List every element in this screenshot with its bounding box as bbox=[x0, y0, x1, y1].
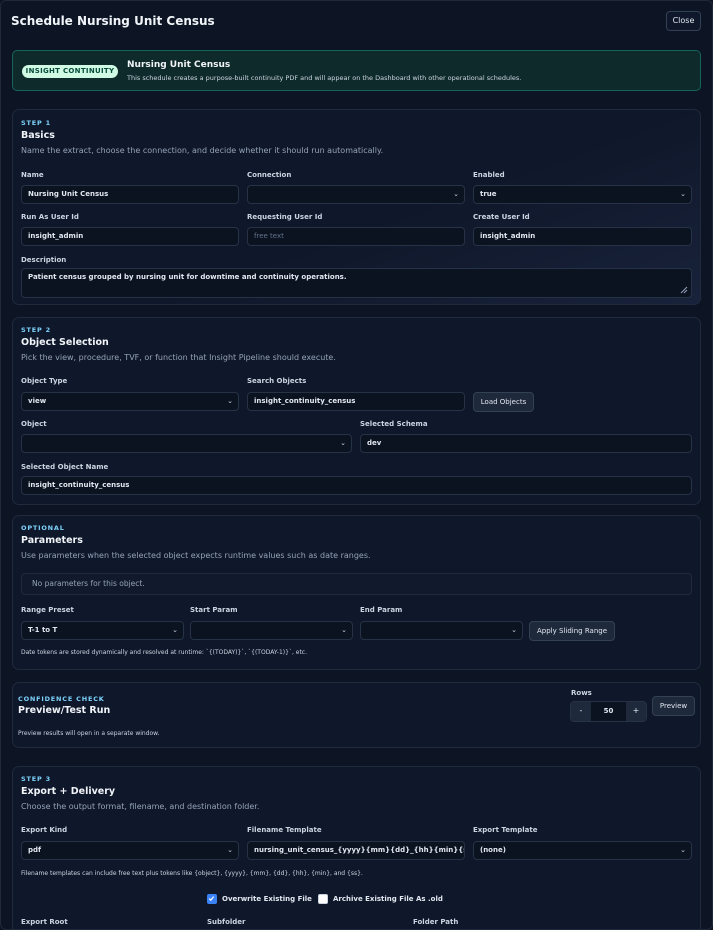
step3-description: Choose the output format, filename, and … bbox=[21, 802, 260, 811]
preview-button[interactable]: Preview bbox=[652, 696, 695, 716]
selected-object-name-input[interactable]: insight_continuity_census bbox=[21, 476, 692, 495]
step1-card: STEP 1 Basics Name the extract, choose t… bbox=[12, 109, 701, 305]
run-as-label: Run As User Id bbox=[21, 213, 79, 221]
selected-object-name-label: Selected Object Name bbox=[21, 463, 109, 471]
apply-sliding-range-button[interactable]: Apply Sliding Range bbox=[529, 621, 615, 641]
resize-grip-icon[interactable] bbox=[678, 284, 688, 294]
enabled-label: Enabled bbox=[473, 171, 505, 179]
rows-label: Rows bbox=[571, 689, 592, 697]
connection-select[interactable]: ⌄ bbox=[247, 185, 465, 204]
archive-checkbox[interactable] bbox=[318, 894, 328, 904]
enabled-value: true bbox=[480, 190, 497, 198]
rows-stepper[interactable]: - 50 + bbox=[570, 701, 647, 722]
selected-schema-label: Selected Schema bbox=[360, 420, 428, 428]
selected-schema-input[interactable]: dev bbox=[360, 434, 692, 453]
create-user-input[interactable]: insight_admin bbox=[473, 227, 692, 246]
range-preset-value: T-1 to T bbox=[28, 626, 58, 634]
end-param-label: End Param bbox=[360, 606, 403, 614]
date-tokens-note: Date tokens are stored dynamically and r… bbox=[21, 649, 308, 656]
enabled-select[interactable]: true ⌄ bbox=[473, 185, 692, 204]
description-value: Patient census grouped by nursing unit f… bbox=[28, 273, 347, 281]
step3-kicker: STEP 3 bbox=[21, 775, 51, 783]
subfolder-label: Subfolder bbox=[207, 918, 246, 926]
parameters-card: OPTIONAL Parameters Use parameters when … bbox=[12, 515, 701, 670]
export-root-label: Export Root bbox=[21, 918, 68, 926]
step2-title: Object Selection bbox=[21, 337, 109, 348]
check-icon bbox=[208, 896, 215, 902]
chevron-down-icon: ⌄ bbox=[227, 846, 233, 854]
object-type-value: view bbox=[28, 397, 47, 405]
export-kind-value: pdf bbox=[28, 846, 42, 854]
modal-header: Schedule Nursing Unit Census Close bbox=[1, 1, 712, 41]
export-template-label: Export Template bbox=[473, 826, 538, 834]
create-user-label: Create User Id bbox=[473, 213, 530, 221]
search-objects-input[interactable]: insight_continuity_census bbox=[247, 392, 465, 411]
chevron-down-icon: ⌄ bbox=[341, 626, 347, 634]
chevron-down-icon: ⌄ bbox=[680, 190, 686, 198]
rows-value[interactable]: 50 bbox=[591, 702, 626, 721]
requesting-user-input[interactable]: free text bbox=[247, 227, 465, 246]
archive-label[interactable]: Archive Existing File As .old bbox=[333, 895, 443, 903]
filename-template-input[interactable]: nursing_unit_census_{yyyy}{mm}{dd}_{hh}{… bbox=[247, 841, 465, 860]
requesting-label: Requesting User Id bbox=[247, 213, 323, 221]
description-label: Description bbox=[21, 256, 67, 264]
filename-template-note: Filename templates can include free text… bbox=[21, 870, 363, 877]
modal-title: Schedule Nursing Unit Census bbox=[11, 14, 215, 28]
step2-description: Pick the view, procedure, TVF, or functi… bbox=[21, 353, 336, 362]
preview-title: Preview/Test Run bbox=[18, 705, 111, 716]
folder-path-label: Folder Path bbox=[413, 918, 459, 926]
object-type-label: Object Type bbox=[21, 377, 68, 385]
no-parameters-message: No parameters for this object. bbox=[21, 573, 692, 595]
schedule-modal: Schedule Nursing Unit Census Close INSIG… bbox=[0, 0, 713, 930]
step2-card: STEP 2 Object Selection Pick the view, p… bbox=[12, 317, 701, 505]
overwrite-checkbox[interactable] bbox=[207, 894, 217, 904]
object-label: Object bbox=[21, 420, 47, 428]
chevron-down-icon: ⌄ bbox=[172, 626, 178, 634]
connection-label: Connection bbox=[247, 171, 292, 179]
parameters-title: Parameters bbox=[21, 535, 83, 546]
range-preset-select[interactable]: T-1 to T ⌄ bbox=[21, 621, 184, 640]
rows-decrement-button[interactable]: - bbox=[571, 702, 591, 721]
chevron-down-icon: ⌄ bbox=[511, 626, 517, 634]
load-objects-button[interactable]: Load Objects bbox=[473, 392, 534, 412]
preview-kicker: CONFIDENCE CHECK bbox=[18, 695, 105, 703]
continuity-banner: INSIGHT CONTINUITY Nursing Unit Census T… bbox=[12, 50, 701, 91]
overwrite-label[interactable]: Overwrite Existing File bbox=[222, 895, 312, 903]
step3-title: Export + Delivery bbox=[21, 786, 116, 797]
close-button[interactable]: Close bbox=[666, 11, 701, 31]
export-kind-select[interactable]: pdf ⌄ bbox=[21, 841, 239, 860]
banner-title: Nursing Unit Census bbox=[127, 60, 231, 70]
chevron-down-icon: ⌄ bbox=[340, 439, 346, 447]
export-kind-label: Export Kind bbox=[21, 826, 68, 834]
object-type-select[interactable]: view ⌄ bbox=[21, 392, 239, 411]
step3-card: STEP 3 Export + Delivery Choose the outp… bbox=[12, 766, 701, 929]
insight-continuity-badge: INSIGHT CONTINUITY bbox=[22, 65, 118, 78]
rows-increment-button[interactable]: + bbox=[626, 702, 646, 721]
chevron-down-icon: ⌄ bbox=[227, 397, 233, 405]
run-as-input[interactable]: insight_admin bbox=[21, 227, 239, 246]
parameters-kicker: OPTIONAL bbox=[21, 524, 65, 532]
export-template-select[interactable]: (none) ⌄ bbox=[473, 841, 692, 860]
filename-template-label: Filename Template bbox=[247, 826, 322, 834]
name-input[interactable]: Nursing Unit Census bbox=[21, 185, 239, 204]
chevron-down-icon: ⌄ bbox=[453, 190, 459, 198]
search-objects-label: Search Objects bbox=[247, 377, 307, 385]
preview-note: Preview results will open in a separate … bbox=[18, 730, 160, 737]
step1-kicker: STEP 1 bbox=[21, 119, 51, 127]
name-label: Name bbox=[21, 171, 44, 179]
chevron-down-icon: ⌄ bbox=[680, 846, 686, 854]
banner-description: This schedule creates a purpose-built co… bbox=[127, 74, 522, 82]
step1-title: Basics bbox=[21, 130, 55, 141]
description-textarea[interactable]: Patient census grouped by nursing unit f… bbox=[21, 268, 692, 298]
start-param-select[interactable]: ⌄ bbox=[190, 621, 353, 640]
object-select[interactable]: ⌄ bbox=[21, 434, 352, 453]
step2-kicker: STEP 2 bbox=[21, 326, 51, 334]
export-template-value: (none) bbox=[480, 846, 506, 854]
end-param-select[interactable]: ⌄ bbox=[360, 621, 523, 640]
range-preset-label: Range Preset bbox=[21, 606, 74, 614]
step1-description: Name the extract, choose the connection,… bbox=[21, 146, 384, 155]
start-param-label: Start Param bbox=[190, 606, 238, 614]
parameters-description: Use parameters when the selected object … bbox=[21, 551, 371, 560]
